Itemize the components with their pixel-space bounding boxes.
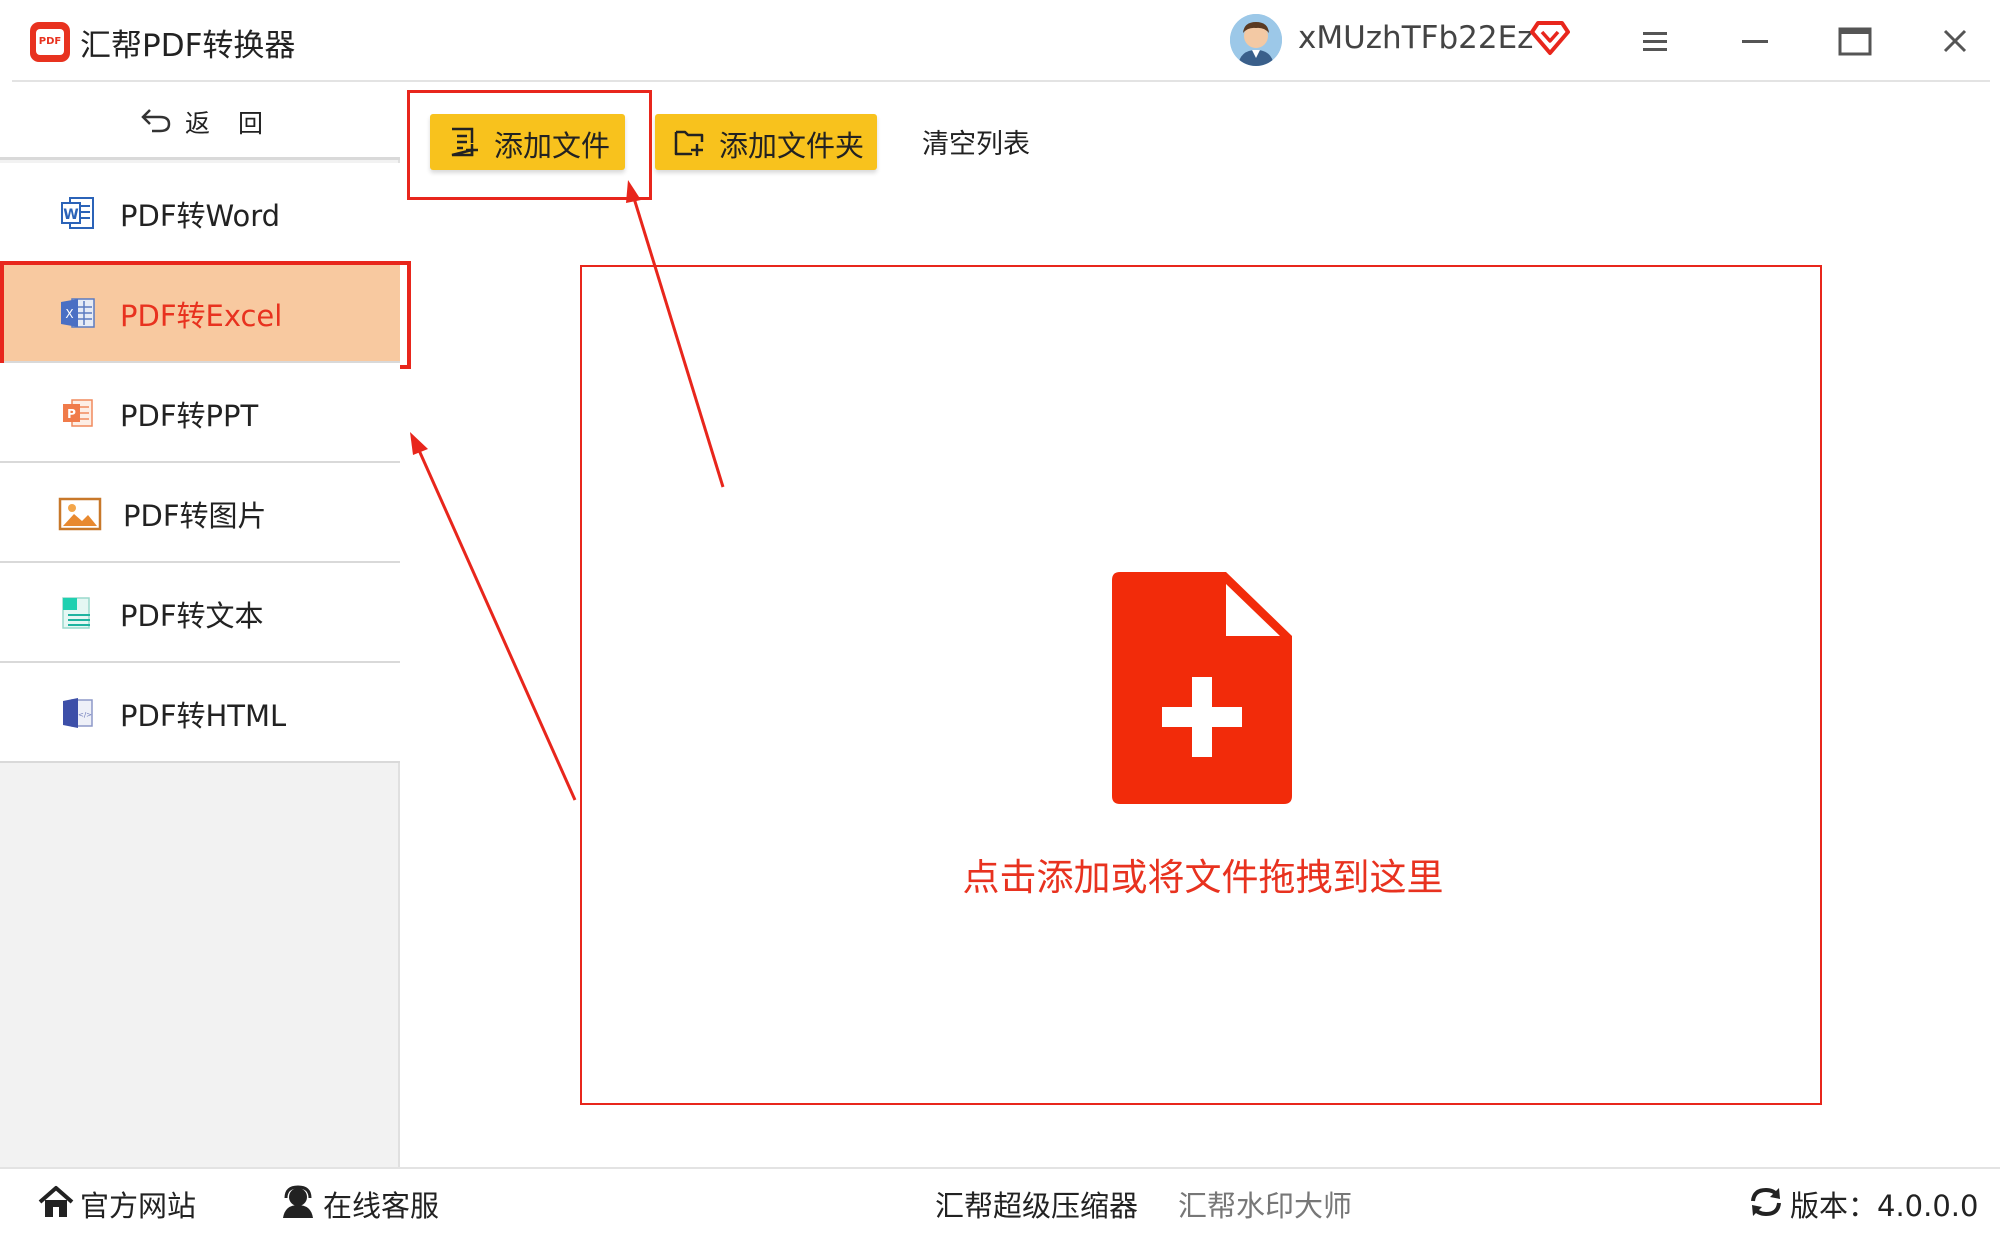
add-folder-label: 添加文件夹 bbox=[719, 129, 865, 163]
arrow-to-sidebar bbox=[416, 447, 577, 801]
refresh-icon[interactable] bbox=[1748, 1185, 1784, 1219]
word-icon: W bbox=[61, 197, 94, 229]
user-avatar[interactable] bbox=[1230, 14, 1282, 66]
avatar-icon bbox=[1230, 14, 1282, 66]
html-icon: </> bbox=[63, 698, 93, 728]
arrow-head-sidebar bbox=[410, 432, 428, 455]
menu-icon[interactable] bbox=[1630, 16, 1680, 66]
svg-text:P: P bbox=[67, 407, 76, 421]
svg-text:X: X bbox=[65, 307, 73, 321]
add-folder-button[interactable]: 添加文件夹 bbox=[655, 114, 877, 170]
back-arrow-icon bbox=[141, 109, 171, 133]
svg-text:W: W bbox=[63, 207, 78, 223]
drop-zone-hint: 点击添加或将文件拖拽到这里 bbox=[962, 856, 1444, 899]
maximize-icon[interactable] bbox=[1830, 16, 1880, 66]
watermark-link[interactable]: 汇帮水印大师 bbox=[1178, 1183, 1352, 1225]
sidebar-item-pdf-to-text[interactable]: PDF转文本 bbox=[0, 563, 400, 663]
close-icon[interactable] bbox=[1930, 16, 1980, 66]
sidebar-item-label: PDF转PPT bbox=[120, 399, 259, 433]
version-info: 版本：4.0.0.0 bbox=[1790, 1189, 1979, 1223]
sidebar-item-pdf-to-excel[interactable]: X PDF转Excel bbox=[0, 261, 411, 369]
sidebar: 返回 W PDF转Word X PDF转Excel P PDF转PPT PDF转… bbox=[0, 82, 411, 1167]
sidebar-item-label: PDF转Excel bbox=[120, 299, 283, 333]
add-document-icon[interactable] bbox=[1112, 572, 1292, 804]
official-website-link[interactable]: 官方网站 bbox=[80, 1183, 196, 1225]
image-icon bbox=[58, 497, 102, 531]
home-icon[interactable] bbox=[38, 1185, 74, 1219]
vip-diamond-icon[interactable] bbox=[1530, 20, 1570, 56]
app-window: PDF 汇帮PDF转换器 xMUzhTFb22Ez 返回 W PDF转Word … bbox=[0, 0, 2000, 1234]
sidebar-item-pdf-to-html[interactable]: </> PDF转HTML bbox=[0, 663, 400, 763]
clear-list-button[interactable]: 清空列表 bbox=[922, 122, 1030, 161]
footer-bar: 官方网站 在线客服 汇帮超级压缩器 汇帮水印大师 版本：4.0.0.0 bbox=[0, 1167, 2000, 1234]
title-bar: PDF 汇帮PDF转换器 xMUzhTFb22Ez bbox=[0, 0, 2000, 82]
app-logo-text: PDF bbox=[36, 29, 64, 55]
sidebar-item-label: PDF转图片 bbox=[123, 499, 267, 533]
minimize-icon[interactable] bbox=[1730, 16, 1780, 66]
file-drop-zone[interactable]: 点击添加或将文件拖拽到这里 bbox=[580, 265, 1822, 1105]
app-title: 汇帮PDF转换器 bbox=[80, 28, 296, 64]
svg-text:</>: </> bbox=[78, 711, 92, 719]
app-logo-icon: PDF bbox=[30, 22, 70, 62]
online-support-link[interactable]: 在线客服 bbox=[323, 1183, 439, 1225]
sidebar-item-pdf-to-word[interactable]: W PDF转Word bbox=[0, 163, 400, 263]
sidebar-item-label: PDF转HTML bbox=[120, 699, 287, 733]
text-icon bbox=[62, 597, 90, 629]
sidebar-item-label: PDF转Word bbox=[120, 199, 281, 233]
sidebar-item-pdf-to-image[interactable]: PDF转图片 bbox=[0, 463, 400, 563]
compressor-link[interactable]: 汇帮超级压缩器 bbox=[935, 1183, 1138, 1225]
ppt-icon: P bbox=[63, 399, 93, 427]
sidebar-item-label: PDF转文本 bbox=[120, 599, 264, 633]
customer-service-icon[interactable] bbox=[280, 1185, 316, 1219]
excel-icon: X bbox=[61, 298, 95, 328]
username[interactable]: xMUzhTFb22Ez bbox=[1298, 20, 1533, 56]
back-label: 返回 bbox=[185, 109, 292, 138]
sidebar-item-pdf-to-ppt[interactable]: P PDF转PPT bbox=[0, 363, 400, 463]
add-folder-icon bbox=[674, 130, 704, 156]
annotation-highlight-box bbox=[407, 90, 652, 200]
back-button[interactable]: 返回 bbox=[0, 82, 400, 160]
conversion-menu: W PDF转Word X PDF转Excel P PDF转PPT PDF转图片 … bbox=[0, 163, 411, 763]
